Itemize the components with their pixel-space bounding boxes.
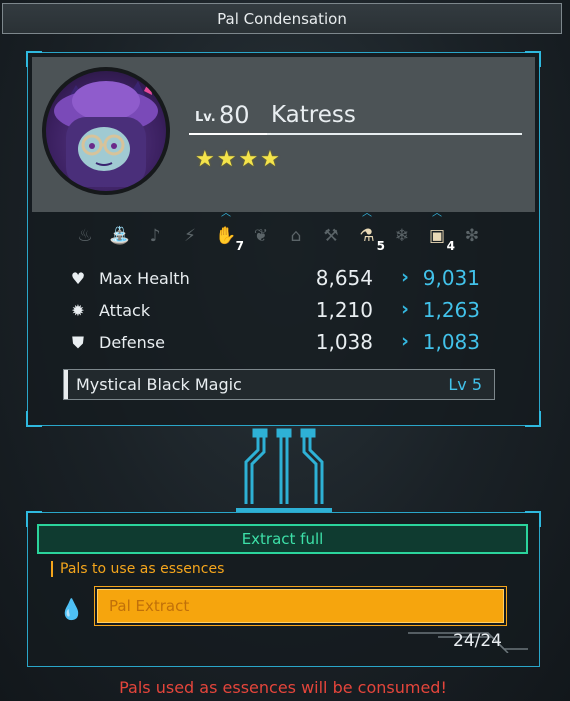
lumbering-icon: ⌂ <box>290 226 302 246</box>
chevron-right-icon: › <box>401 298 409 320</box>
stat-attack: ✹ Attack 1,210 › 1,263 <box>68 298 508 326</box>
handiwork-level: 7 <box>235 239 244 253</box>
extract-status: Extract full <box>241 530 324 548</box>
pal-level: 80 <box>219 101 250 129</box>
essence-section-label: Pals to use as essences <box>51 561 224 577</box>
transporting-level: 4 <box>446 239 455 253</box>
partner-skill[interactable]: Mystical Black Magic Lv 5 <box>63 369 495 400</box>
partner-skill-level: Lv 5 <box>448 375 482 394</box>
window-title: Pal Condensation <box>217 9 347 28</box>
mining-icon: ⚒ <box>323 226 339 246</box>
chevron-right-icon: › <box>401 330 409 352</box>
pal-name-row: Lv. 80 Katress <box>189 101 522 135</box>
extract-status-bar: Extract full <box>37 524 528 554</box>
heart-icon: ♥ <box>70 269 86 288</box>
cooling-icon: ❄ <box>394 226 410 246</box>
essence-drops-icon: 💧 <box>59 597 84 621</box>
window-title-bar: Pal Condensation <box>2 3 562 34</box>
pal-avatar <box>42 67 170 195</box>
work-suitability-row: ♨ ⛲ ♪ ⚡ ︿ ✋ 7 ❦ ⌂ ⚒ ︿ ⚗ 5 ❄ ︿ ▣ 4 ❇ <box>73 208 493 254</box>
medicine-level: 5 <box>376 239 385 253</box>
essence-count: 24/24 <box>453 631 502 651</box>
consume-warning: Pals used as essences will be consumed! <box>119 678 447 697</box>
gathering-icon: ❦ <box>253 226 269 246</box>
pal-extract-slot[interactable]: Pal Extract <box>97 589 504 623</box>
katress-portrait-icon <box>54 79 158 187</box>
transporting-icon: ︿ ▣ 4 <box>428 208 455 254</box>
electricity-icon: ⚡ <box>184 226 196 246</box>
kindling-icon: ♨ <box>77 226 93 246</box>
partner-skill-name: Mystical Black Magic <box>76 375 242 394</box>
watering-icon: ⛲ <box>109 226 131 246</box>
pal-header: Lv. 80 Katress ★★★★ <box>32 57 535 212</box>
attack-icon: ✹ <box>71 301 85 320</box>
stat-max-health: ♥ Max Health 8,654 › 9,031 <box>68 266 508 294</box>
medicine-icon: ︿ ⚗ 5 <box>359 208 385 254</box>
pal-extract-placeholder: Pal Extract <box>109 597 190 615</box>
rank-stars: ★★★★ <box>195 147 282 172</box>
level-label: Lv. <box>195 110 216 125</box>
planting-icon: ♪ <box>149 226 161 246</box>
pal-info-panel: Lv. 80 Katress ★★★★ ♨ ⛲ ♪ ⚡ ︿ ✋ 7 ❦ ⌂ ⚒ ︿… <box>26 51 541 427</box>
chevron-right-icon: › <box>401 266 409 288</box>
stat-defense: ⛊ Defense 1,038 › 1,083 <box>68 330 508 358</box>
circuit-connector-icon <box>236 428 332 513</box>
essence-panel: Extract full Pals to use as essences 💧 P… <box>26 511 541 667</box>
farming-icon: ❇ <box>464 226 480 246</box>
pal-name: Katress <box>271 102 356 128</box>
shield-icon: ⛊ <box>71 333 84 352</box>
handiwork-icon: ︿ ✋ 7 <box>215 208 244 254</box>
